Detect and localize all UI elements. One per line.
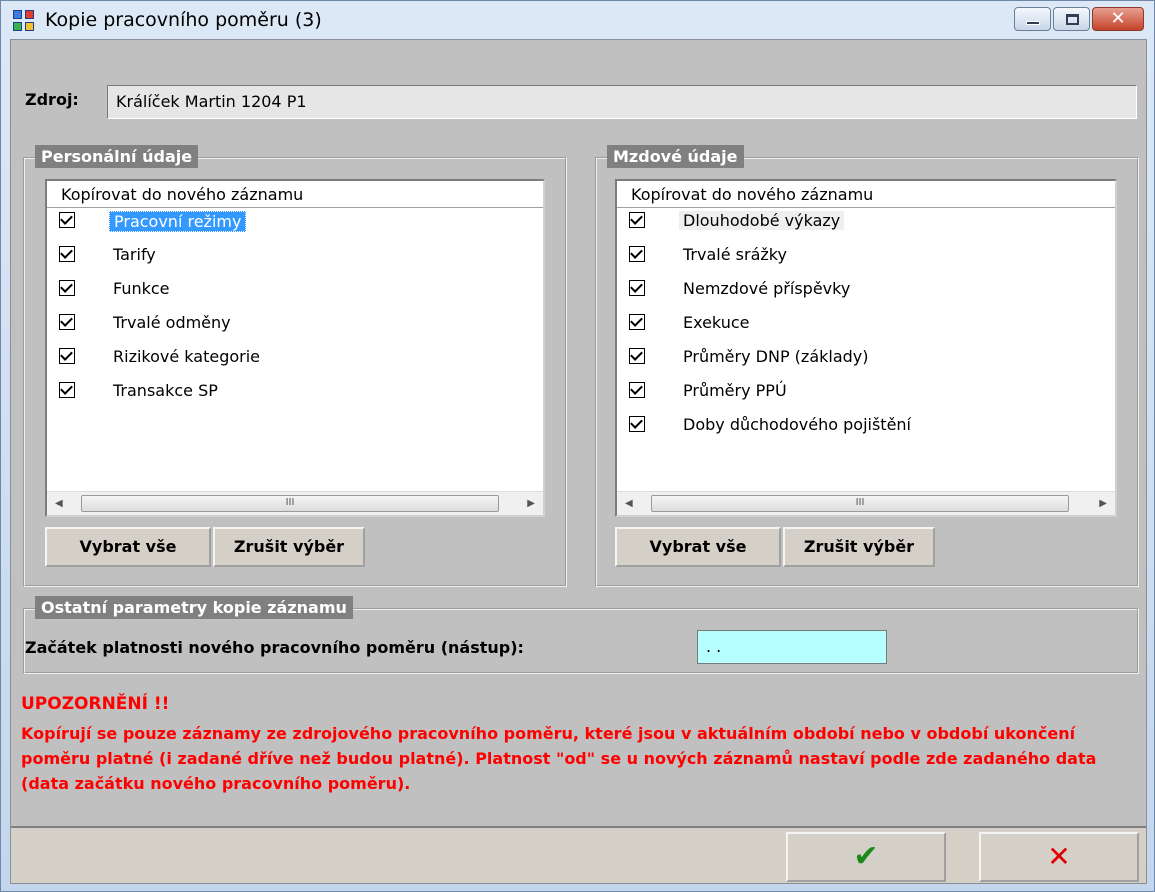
source-label: Zdroj: xyxy=(25,90,79,109)
list-item[interactable]: Trvalé odměny xyxy=(47,310,543,344)
maximize-button[interactable] xyxy=(1053,7,1090,31)
warning-title: UPOZORNĚNÍ !! xyxy=(21,694,170,714)
list-item[interactable]: Rizikové kategorie xyxy=(47,344,543,378)
list-item-label: Trvalé srážky xyxy=(683,245,787,264)
list-item[interactable]: Exekuce xyxy=(617,310,1115,344)
list-item[interactable]: Funkce xyxy=(47,276,543,310)
scroll-thumb[interactable]: III xyxy=(81,495,499,512)
cancel-button[interactable]: ✕ xyxy=(979,832,1139,882)
list-item-label: Dlouhodobé výkazy xyxy=(679,211,845,230)
wage-group: Mzdové údaje Kopírovat do nového záznamu… xyxy=(595,145,1139,587)
checkbox[interactable] xyxy=(629,314,645,330)
list-item[interactable]: Průměry DNP (základy) xyxy=(617,344,1115,378)
checkbox[interactable] xyxy=(629,382,645,398)
checkbox[interactable] xyxy=(629,416,645,432)
checkbox[interactable] xyxy=(629,246,645,262)
checkbox[interactable] xyxy=(59,212,75,228)
list-item-label: Exekuce xyxy=(683,313,750,332)
title-bar[interactable]: Kopie pracovního poměru (3) ✕ xyxy=(1,1,1154,39)
scroll-left-icon[interactable]: ◀ xyxy=(55,498,63,509)
personal-list[interactable]: Kopírovat do nového záznamu Pracovní rež… xyxy=(45,179,545,517)
scroll-right-icon[interactable]: ▶ xyxy=(1099,498,1107,509)
start-date-label: Začátek platnosti nového pracovního pomě… xyxy=(25,638,524,657)
personal-group: Personální údaje Kopírovat do nového záz… xyxy=(23,145,567,587)
scroll-right-icon[interactable]: ▶ xyxy=(527,498,535,509)
warning-text: Kopírují se pouze záznamy ze zdrojového … xyxy=(21,724,1097,793)
other-params-title: Ostatní parametry kopie záznamu xyxy=(35,596,353,619)
window-title: Kopie pracovního poměru (3) xyxy=(45,9,322,31)
checkbox[interactable] xyxy=(629,280,645,296)
list-item-label: Tarify xyxy=(113,245,156,264)
wage-group-title: Mzdové údaje xyxy=(607,145,744,168)
list-item-label: Funkce xyxy=(113,279,170,298)
list-item-label: Transakce SP xyxy=(113,381,218,400)
wage-list[interactable]: Kopírovat do nového záznamu Dlouhodobé v… xyxy=(615,179,1117,517)
source-field[interactable]: Králíček Martin 1204 P1 xyxy=(107,85,1137,119)
checkbox[interactable] xyxy=(59,280,75,296)
wage-clear-button[interactable]: Zrušit výběr xyxy=(783,527,935,567)
checkbox[interactable] xyxy=(629,348,645,364)
personal-clear-button[interactable]: Zrušit výběr xyxy=(213,527,365,567)
checkbox[interactable] xyxy=(629,212,645,228)
list-item[interactable]: Průměry PPÚ xyxy=(617,378,1115,412)
checkbox[interactable] xyxy=(59,382,75,398)
close-icon: ✕ xyxy=(1110,8,1126,29)
wage-list-header[interactable]: Kopírovat do nového záznamu xyxy=(617,181,1115,208)
list-item-label: Průměry DNP (základy) xyxy=(683,347,869,366)
list-item[interactable]: Nemzdové příspěvky xyxy=(617,276,1115,310)
list-item-label: Rizikové kategorie xyxy=(113,347,261,366)
wage-hscrollbar[interactable]: ◀ III ▶ xyxy=(617,491,1115,515)
list-item-label: Nemzdové příspěvky xyxy=(683,279,851,298)
wage-select-all-button[interactable]: Vybrat vše xyxy=(615,527,781,567)
scroll-left-icon[interactable]: ◀ xyxy=(625,498,633,509)
list-item[interactable]: Tarify xyxy=(47,242,543,276)
main-panel: Zdroj: Králíček Martin 1204 P1 Personáln… xyxy=(11,40,1146,828)
minimize-button[interactable] xyxy=(1014,7,1051,31)
list-item-label: Pracovní režimy xyxy=(109,211,247,232)
personal-group-title: Personální údaje xyxy=(35,145,199,168)
list-item[interactable]: Transakce SP xyxy=(47,378,543,412)
checkmark-icon: ✔ xyxy=(853,839,879,874)
list-item-label: Doby důchodového pojištění xyxy=(683,415,911,434)
dialog-window: Kopie pracovního poměru (3) ✕ Zdroj: Krá… xyxy=(0,0,1155,892)
list-item[interactable]: Trvalé srážky xyxy=(617,242,1115,276)
personal-select-all-button[interactable]: Vybrat vše xyxy=(45,527,211,567)
close-button[interactable]: ✕ xyxy=(1092,7,1144,31)
scroll-thumb[interactable]: III xyxy=(651,495,1069,512)
list-item-label: Průměry PPÚ xyxy=(683,381,787,400)
checkbox[interactable] xyxy=(59,246,75,262)
list-item-label: Trvalé odměny xyxy=(113,313,231,332)
cross-icon: ✕ xyxy=(1047,840,1071,873)
personal-list-header[interactable]: Kopírovat do nového záznamu xyxy=(47,181,543,208)
start-date-input[interactable]: . . xyxy=(697,630,887,664)
maximize-icon xyxy=(1066,14,1079,25)
list-item[interactable]: Doby důchodového pojištění xyxy=(617,412,1115,446)
checkbox[interactable] xyxy=(59,348,75,364)
ok-button[interactable]: ✔ xyxy=(786,832,946,882)
list-item[interactable]: Pracovní režimy xyxy=(47,208,543,242)
app-icon xyxy=(13,10,35,32)
minimize-icon xyxy=(1026,21,1040,25)
client-area: Zdroj: Králíček Martin 1204 P1 Personáln… xyxy=(10,39,1147,884)
personal-hscrollbar[interactable]: ◀ III ▶ xyxy=(47,491,543,515)
checkbox[interactable] xyxy=(59,314,75,330)
list-item[interactable]: Dlouhodobé výkazy xyxy=(617,208,1115,242)
